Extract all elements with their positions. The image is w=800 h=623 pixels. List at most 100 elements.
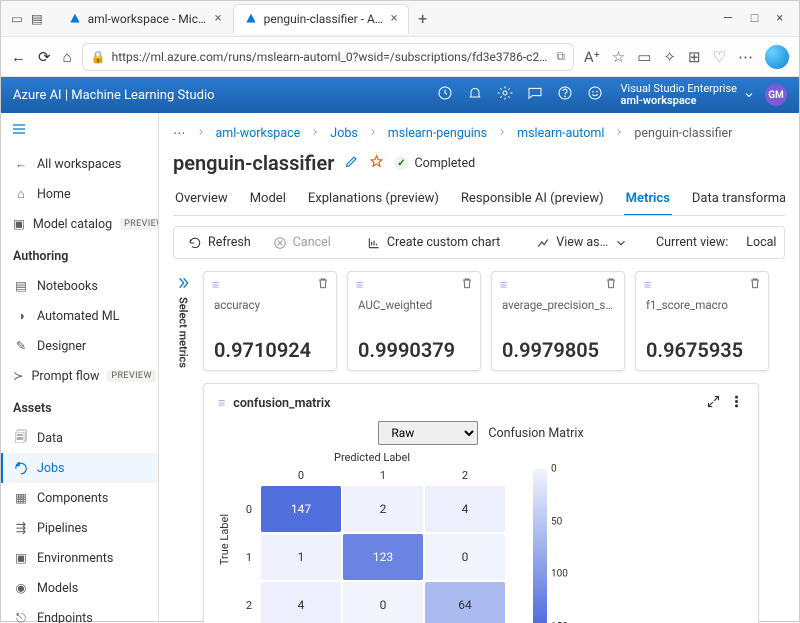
matrix-cell: 4	[261, 582, 341, 623]
sidebar-item-label: All workspaces	[37, 157, 121, 172]
matrix-row-header: 1	[239, 534, 259, 580]
breadcrumb-more-icon[interactable]: ⋯	[173, 125, 186, 141]
cancel-label: Cancel	[293, 235, 331, 250]
collections-icon[interactable]: ▭	[637, 48, 651, 66]
current-view-value: Local	[746, 235, 776, 250]
current-view-picker[interactable]: Local	[738, 231, 785, 254]
tab-overview[interactable]: Overview	[173, 185, 230, 215]
breadcrumb-link[interactable]: Jobs	[330, 126, 358, 141]
clock-icon[interactable]	[437, 85, 453, 105]
drag-handle-icon[interactable]: ≡	[218, 396, 225, 411]
drag-handle-icon[interactable]: ≡	[356, 278, 363, 293]
browser-tab-active[interactable]: penguin-classifier - Azure AI | M ×	[233, 4, 409, 34]
sidebar-item-data[interactable]: 🗐 Data	[1, 423, 158, 453]
extensions-icon[interactable]: ⊞	[688, 48, 701, 66]
hamburger-icon[interactable]	[1, 113, 158, 149]
create-chart-button[interactable]: Create custom chart	[359, 231, 508, 254]
tab-menu-icon[interactable]: ▭	[11, 11, 23, 27]
delete-card-button[interactable]	[460, 276, 474, 294]
bell-icon[interactable]	[467, 85, 483, 105]
feedback-icon[interactable]	[527, 85, 543, 105]
close-window-icon[interactable]: ×	[776, 11, 783, 26]
tab-model[interactable]: Model	[248, 185, 288, 215]
metric-card[interactable]: ≡ accuracy 0.9710924	[203, 271, 337, 371]
home-icon[interactable]: ⌂	[63, 48, 72, 66]
help-icon[interactable]	[557, 85, 573, 105]
chart-more-button[interactable]	[729, 394, 744, 413]
sidebar-item-environments[interactable]: ▣ Environments	[1, 543, 158, 573]
metric-card[interactable]: ≡ average_precision_sco… 0.9979805	[491, 271, 625, 371]
tab-metrics[interactable]: Metrics	[624, 185, 672, 216]
colorbar-tick: 0	[551, 464, 557, 475]
metric-card[interactable]: ≡ f1_score_macro 0.9675935	[635, 271, 769, 371]
chevron-down-icon	[782, 236, 785, 250]
sidebar-item-components[interactable]: ▦ Components	[1, 483, 158, 513]
tab-list-icon[interactable]: ▤	[31, 11, 43, 27]
breadcrumb-link[interactable]: aml-workspace	[216, 126, 301, 141]
text-size-icon[interactable]: A⁺	[584, 48, 600, 66]
sidebar-item-all-workspaces[interactable]: ← All workspaces	[1, 149, 158, 179]
metric-name: AUC_weighted	[358, 298, 470, 312]
add-favorite-icon[interactable]: ✧	[663, 48, 676, 66]
subscription-picker[interactable]: Visual Studio Enterprise aml-workspace	[621, 83, 755, 107]
delete-card-button[interactable]	[604, 276, 618, 294]
sidebar-item-jobs[interactable]: Jobs	[1, 453, 158, 483]
view-as-button[interactable]: View as…	[528, 231, 636, 254]
metric-card[interactable]: ≡ AUC_weighted 0.9990379	[347, 271, 481, 371]
address-bar[interactable]: 🔒 https://ml.azure.com/runs/mslearn-auto…	[82, 43, 574, 71]
smiley-icon[interactable]	[587, 85, 603, 105]
sidebar-item-automated-ml[interactable]: ◑ Automated ML	[1, 301, 158, 331]
tab-explanations[interactable]: Explanations (preview)	[306, 185, 441, 215]
automl-icon: ◑	[13, 308, 29, 324]
tabs: Overview Model Explanations (preview) Re…	[173, 185, 785, 216]
chevron-down-icon	[743, 89, 755, 101]
endpoints-icon: ⎋	[13, 610, 29, 623]
refresh-button[interactable]: Refresh	[180, 231, 259, 254]
more-icon[interactable]: ⋯	[738, 48, 753, 66]
sidebar-item-model-catalog[interactable]: ▣ Model catalog PREVIEW	[1, 209, 158, 239]
maximize-icon[interactable]: □	[751, 11, 759, 26]
bing-button[interactable]	[765, 45, 789, 69]
chevron-double-right-icon	[175, 275, 191, 291]
breadcrumb-link[interactable]: mslearn-automl	[517, 126, 604, 141]
designer-icon: ✎	[13, 338, 29, 354]
avatar[interactable]: GM	[765, 84, 787, 106]
close-tab-icon[interactable]: ×	[215, 11, 222, 26]
drag-handle-icon[interactable]: ≡	[212, 278, 219, 293]
favorite-star-button[interactable]	[369, 154, 384, 173]
expand-chart-button[interactable]	[706, 394, 721, 413]
drag-handle-icon[interactable]: ≡	[500, 278, 507, 293]
heart-icon[interactable]: ♡	[713, 48, 726, 66]
close-tab-icon[interactable]: ×	[391, 11, 398, 26]
reader-icon[interactable]: ⧉	[556, 49, 565, 64]
select-metrics-toggle[interactable]: Select metrics	[173, 271, 193, 371]
favorite-icon[interactable]: ☆	[612, 48, 625, 66]
delete-card-button[interactable]	[748, 276, 762, 294]
sidebar-item-models[interactable]: ◉ Models	[1, 573, 158, 603]
sidebar-item-notebooks[interactable]: ▤ Notebooks	[1, 271, 158, 301]
sidebar-item-endpoints[interactable]: ⎋ Endpoints	[1, 603, 158, 623]
confusion-heatmap: 01201472411123024064	[239, 466, 505, 623]
sidebar-item-designer[interactable]: ✎ Designer	[1, 331, 158, 361]
minimize-icon[interactable]: —	[723, 11, 733, 26]
tab-data-transformation[interactable]: Data transformation (preview)	[690, 185, 785, 215]
gear-icon[interactable]	[497, 85, 513, 105]
refresh-icon[interactable]: ⟳	[38, 48, 51, 66]
status-badge: Completed	[394, 156, 475, 171]
edit-name-button[interactable]	[344, 154, 359, 173]
page-title-row: penguin-classifier Completed	[173, 149, 785, 185]
azure-favicon-icon	[244, 12, 258, 26]
sidebar-item-prompt-flow[interactable]: ≻ Prompt flow PREVIEW	[1, 361, 158, 391]
confusion-mode-select[interactable]: Raw	[378, 421, 478, 445]
lock-icon: 🔒	[91, 50, 106, 64]
sidebar-item-home[interactable]: ⌂ Home	[1, 179, 158, 209]
breadcrumb-link[interactable]: mslearn-penguins	[388, 126, 487, 141]
sidebar-item-pipelines[interactable]: ⇶ Pipelines	[1, 513, 158, 543]
browser-tab-inactive[interactable]: aml-workspace - Microsoft Azur ×	[57, 4, 233, 34]
new-tab-button[interactable]: +	[409, 9, 437, 28]
back-icon[interactable]: ←	[11, 48, 26, 66]
breadcrumb-current: penguin-classifier	[634, 126, 732, 141]
delete-card-button[interactable]	[316, 276, 330, 294]
tab-responsible-ai[interactable]: Responsible AI (preview)	[459, 185, 606, 215]
drag-handle-icon[interactable]: ≡	[644, 278, 651, 293]
